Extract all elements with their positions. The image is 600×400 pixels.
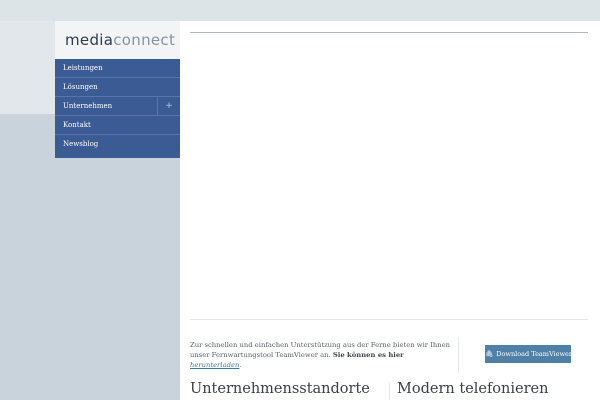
section-divider: [190, 319, 588, 320]
expand-plus-icon[interactable]: +: [157, 97, 180, 116]
logo-part-connect: connect: [113, 31, 176, 49]
logo-part-media: media: [65, 31, 114, 49]
logo-container[interactable]: mediaconnect: [55, 21, 180, 59]
support-text-end: .: [239, 361, 242, 369]
top-divider: [190, 32, 588, 33]
nav-item-loesungen[interactable]: Lösungen: [55, 78, 180, 97]
nav-item-label: Leistungen: [63, 64, 103, 72]
vertical-divider: [458, 337, 459, 373]
support-text-intro: Zur schnellen und einfachen Unterstützun…: [190, 341, 451, 359]
mediaconnect-logo[interactable]: mediaconnect: [65, 31, 175, 49]
paperclip-icon: 🖇: [485, 350, 494, 358]
nav-item-newsblog[interactable]: Newsblog: [55, 135, 180, 154]
support-text-bold: Sie können es hier: [332, 351, 404, 359]
nav-item-leistungen[interactable]: Leistungen: [55, 59, 180, 78]
heading-divider: [389, 383, 390, 400]
download-link[interactable]: herunterladen: [190, 361, 239, 369]
nav-item-unternehmen[interactable]: Unternehmen +: [55, 97, 180, 116]
nav-item-label: Unternehmen: [63, 102, 113, 110]
main-content: Zur schnellen und einfachen Unterstützun…: [180, 21, 600, 400]
nav-item-label: Newsblog: [63, 140, 99, 148]
heading-modern-telefonieren: Modern telefonieren: [397, 381, 549, 397]
support-text: Zur schnellen und einfachen Unterstützun…: [190, 340, 455, 370]
main-navigation: Leistungen Lösungen Unternehmen + Kontak…: [55, 59, 180, 158]
download-teamviewer-button[interactable]: 🖇 Download TeamViewer: [485, 345, 572, 363]
download-button-label: Download TeamViewer: [496, 350, 572, 358]
heading-unternehmensstandorte: Unternehmensstandorte: [190, 381, 370, 397]
nav-item-kontakt[interactable]: Kontakt: [55, 116, 180, 135]
nav-item-label: Kontakt: [63, 121, 91, 129]
page-background-band: [0, 0, 600, 21]
nav-item-label: Lösungen: [63, 83, 98, 91]
